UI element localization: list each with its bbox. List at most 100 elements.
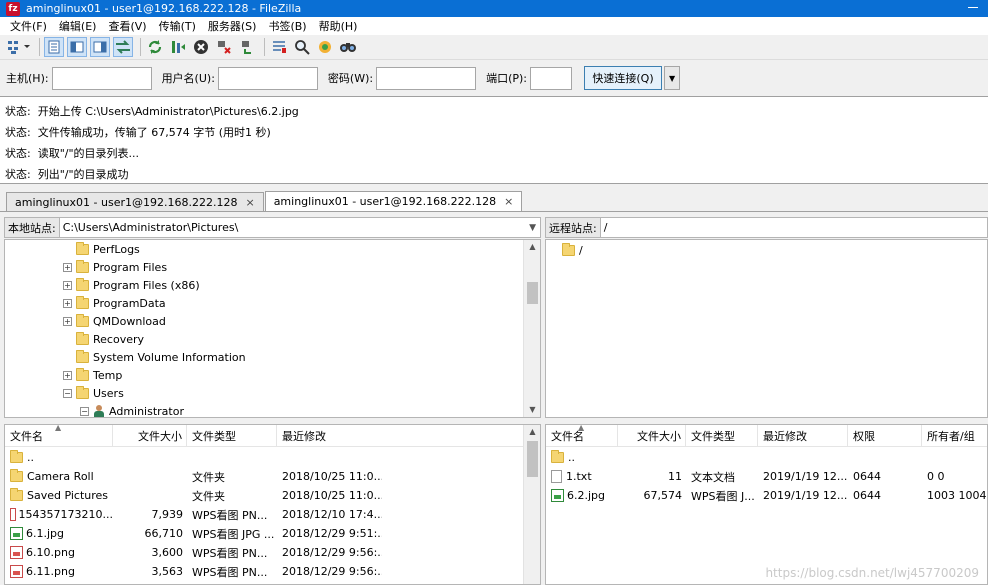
- close-icon[interactable]: ×: [245, 196, 254, 209]
- search-icon[interactable]: [292, 37, 312, 57]
- window-title: aminglinux01 - user1@192.168.222.128 - F…: [26, 2, 302, 15]
- folder-icon: [76, 295, 89, 309]
- column-filetype[interactable]: 文件类型: [686, 425, 758, 447]
- toggle-local-tree-icon[interactable]: [67, 37, 87, 57]
- expand-icon[interactable]: +: [63, 262, 72, 272]
- tree-item[interactable]: − Administrator: [80, 402, 184, 417]
- tree-item[interactable]: + Program Files (x86): [63, 276, 200, 294]
- column-filesize[interactable]: 文件大小: [618, 425, 686, 447]
- column-modified[interactable]: 最近修改: [758, 425, 848, 447]
- menu-transfer[interactable]: 传输(T): [153, 18, 202, 34]
- tree-item[interactable]: + Temp: [63, 366, 122, 384]
- tree-item[interactable]: /: [562, 241, 583, 259]
- chevron-down-icon[interactable]: ▼: [529, 223, 536, 233]
- menu-bookmarks[interactable]: 书签(B): [262, 18, 312, 34]
- folder-icon: [76, 259, 89, 273]
- column-filename[interactable]: 文件名 ▲: [546, 425, 618, 447]
- file-row[interactable]: Camera Roll 文件夹 2018/10/25 11:0...: [5, 467, 523, 486]
- file-row[interactable]: Saved Pictures 文件夹 2018/10/25 11:0...: [5, 486, 523, 505]
- scroll-up-icon[interactable]: ▲: [524, 425, 540, 439]
- minimize-button[interactable]: [966, 1, 980, 13]
- column-filename[interactable]: 文件名 ▲: [5, 425, 113, 447]
- watermark: https://blog.csdn.net/lwj457700209: [765, 566, 979, 580]
- tree-item[interactable]: System Volume Information: [63, 348, 246, 366]
- expand-icon[interactable]: +: [63, 298, 72, 308]
- password-input[interactable]: [376, 66, 477, 90]
- file-row[interactable]: 6.10.png 3,600 WPS看图 PN... 2018/12/29 9:…: [5, 543, 523, 562]
- cancel-operation-icon[interactable]: [191, 37, 211, 57]
- local-path-input[interactable]: C:\Users\Administrator\Pictures\ ▼: [59, 217, 541, 238]
- toggle-remote-tree-icon[interactable]: [90, 37, 110, 57]
- local-file-list[interactable]: 文件名 ▲ 文件大小 文件类型 最近修改 .. Camera Roll 文件夹 2…: [4, 424, 541, 585]
- local-directory-tree[interactable]: PerfLogs + Program Files + Program Files (…: [4, 239, 541, 418]
- process-queue-icon[interactable]: [168, 37, 188, 57]
- menu-edit[interactable]: 编辑(E): [53, 18, 103, 34]
- local-tree-scrollbar[interactable]: ▲ ▼: [523, 240, 540, 417]
- scroll-up-icon[interactable]: ▲: [524, 240, 540, 254]
- quickconnect-button[interactable]: 快速连接(Q): [584, 66, 663, 90]
- scroll-down-icon[interactable]: ▼: [524, 403, 540, 417]
- quickconnect-bar: 主机(H): 用户名(U): 密码(W): 端口(P): 快速连接(Q) ▼: [0, 62, 988, 94]
- quickconnect-dropdown-button[interactable]: ▼: [664, 66, 681, 90]
- folder-icon: [76, 277, 89, 291]
- sync-browsing-icon[interactable]: [315, 37, 335, 57]
- png-image-icon: [10, 508, 16, 521]
- folder-icon: [76, 313, 89, 327]
- menu-help[interactable]: 帮助(H): [313, 18, 364, 34]
- reconnect-icon[interactable]: [237, 37, 257, 57]
- scrollbar-thumb[interactable]: [527, 282, 538, 304]
- directory-filter-icon[interactable]: [269, 37, 289, 57]
- folder-icon: [76, 349, 89, 363]
- tree-item[interactable]: − Users: [63, 384, 124, 402]
- port-input[interactable]: [530, 66, 573, 90]
- toolbar-separator: [140, 38, 141, 56]
- menu-view[interactable]: 查看(V): [102, 18, 152, 34]
- expand-icon[interactable]: +: [63, 280, 72, 290]
- file-row[interactable]: 6.1.jpg 66,710 WPS看图 JPG ... 2018/12/29 …: [5, 524, 523, 543]
- file-row[interactable]: 154357173210... 7,939 WPS看图 PN... 2018/1…: [5, 505, 523, 524]
- tree-item[interactable]: + Program Files: [63, 258, 167, 276]
- toggle-log-icon[interactable]: [44, 37, 64, 57]
- column-permissions[interactable]: 权限: [848, 425, 922, 447]
- column-owner-group[interactable]: 所有者/组: [922, 425, 987, 447]
- log-line: 状态: 文件传输成功，传输了 67,574 字节 (用时1 秒): [5, 125, 271, 139]
- close-icon[interactable]: ×: [504, 195, 513, 208]
- username-input[interactable]: [217, 66, 318, 90]
- collapse-icon[interactable]: −: [63, 388, 72, 398]
- site-manager-icon[interactable]: [6, 37, 32, 57]
- remote-directory-tree[interactable]: /: [545, 239, 988, 418]
- tab-connection-1[interactable]: aminglinux01 - user1@192.168.222.128 ×: [6, 192, 264, 211]
- tree-item[interactable]: PerfLogs: [63, 240, 140, 258]
- file-row[interactable]: ..: [546, 448, 987, 467]
- file-row[interactable]: ..: [5, 448, 523, 467]
- column-filetype[interactable]: 文件类型: [187, 425, 277, 447]
- column-filesize[interactable]: 文件大小: [113, 425, 187, 447]
- disconnect-icon[interactable]: [214, 37, 234, 57]
- toggle-queue-icon[interactable]: [113, 37, 133, 57]
- jpg-image-icon: [551, 489, 564, 502]
- tree-item[interactable]: + ProgramData: [63, 294, 166, 312]
- tab-connection-2[interactable]: aminglinux01 - user1@192.168.222.128 ×: [264, 191, 523, 211]
- menu-server[interactable]: 服务器(S): [202, 18, 263, 34]
- tree-item[interactable]: Recovery: [63, 330, 144, 348]
- collapse-icon[interactable]: −: [80, 406, 89, 416]
- folder-icon: [76, 331, 89, 345]
- refresh-icon[interactable]: [145, 37, 165, 57]
- file-row[interactable]: 6.2.jpg 67,574 WPS看图 J... 2019/1/19 12..…: [546, 486, 987, 505]
- tree-item[interactable]: + QMDownload: [63, 312, 166, 330]
- menu-file[interactable]: 文件(F): [4, 18, 53, 34]
- file-row[interactable]: 1.txt 11 文本文档 2019/1/19 12... 0644 0 0: [546, 467, 987, 486]
- folder-icon: [10, 450, 23, 463]
- host-input[interactable]: [51, 66, 152, 90]
- column-modified[interactable]: 最近修改: [277, 425, 525, 447]
- expand-icon[interactable]: +: [63, 370, 72, 380]
- remote-path-input[interactable]: /: [600, 217, 988, 238]
- compare-directories-icon[interactable]: [338, 37, 358, 57]
- scrollbar-thumb[interactable]: [527, 441, 538, 477]
- local-file-list-scrollbar[interactable]: ▲: [523, 425, 540, 584]
- expand-icon[interactable]: +: [63, 316, 72, 326]
- menu-bar: 文件(F) 编辑(E) 查看(V) 传输(T) 服务器(S) 书签(B) 帮助(…: [0, 17, 988, 35]
- log-line: 状态: 列出"/"的目录成功: [5, 167, 129, 181]
- remote-file-list[interactable]: 文件名 ▲ 文件大小 文件类型 最近修改 权限 所有者/组 .. 1.txt 11…: [545, 424, 988, 585]
- file-row[interactable]: 6.11.png 3,563 WPS看图 PN... 2018/12/29 9:…: [5, 562, 523, 581]
